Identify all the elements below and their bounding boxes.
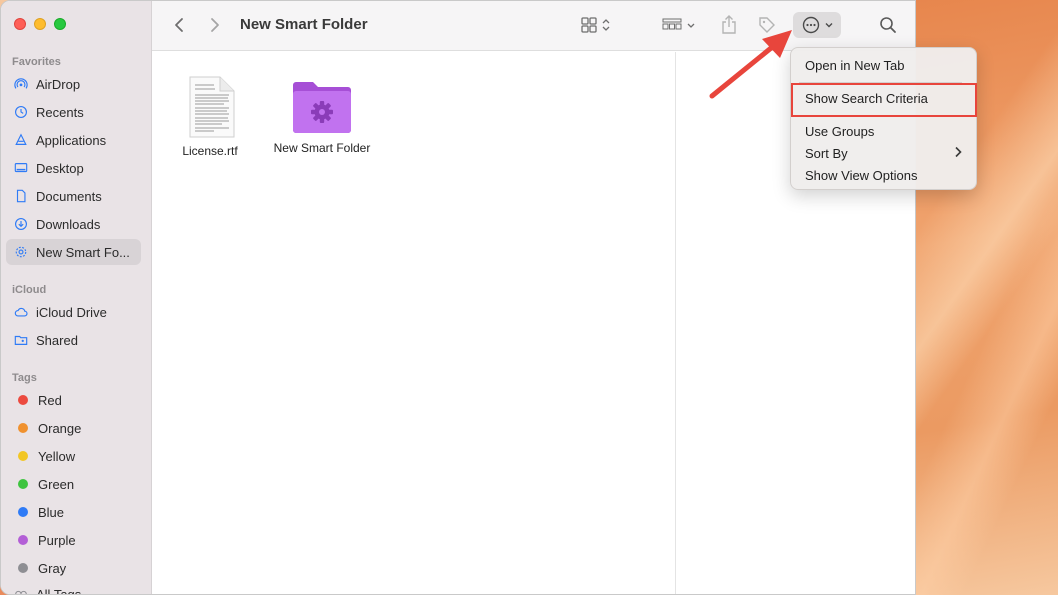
search-icon bbox=[880, 17, 896, 33]
highlight-box bbox=[791, 83, 977, 117]
search-button[interactable] bbox=[877, 12, 899, 38]
sidebar-item-label: Yellow bbox=[38, 448, 76, 464]
sidebar-heading-favorites: Favorites bbox=[12, 56, 61, 68]
tag-color-dot bbox=[18, 423, 28, 433]
view-mode-button[interactable] bbox=[580, 12, 616, 38]
applications-icon bbox=[14, 133, 28, 147]
sidebar-tag-gray[interactable]: Gray bbox=[6, 555, 141, 581]
sidebar-item-downloads[interactable]: Downloads bbox=[6, 211, 141, 237]
sidebar-tag-red[interactable]: Red bbox=[6, 387, 141, 413]
sidebar-tag-yellow[interactable]: Yellow bbox=[6, 443, 141, 469]
all-tags-icon bbox=[14, 587, 28, 594]
sidebar-item-applications[interactable]: Applications bbox=[6, 127, 141, 153]
sidebar-tag-all-tags[interactable]: All Tags... bbox=[6, 581, 141, 595]
file-name: License.rtf bbox=[182, 144, 238, 158]
sidebar-item-label: Gray bbox=[38, 560, 67, 576]
sidebar-item-shared[interactable]: Shared bbox=[6, 327, 141, 353]
sidebar-item-label: Orange bbox=[38, 420, 82, 436]
sidebar-item-new-smart-folder[interactable]: New Smart Fo... bbox=[6, 239, 141, 265]
column-divider bbox=[675, 52, 676, 594]
menu-item-open-in-new-tab[interactable]: Open in New Tab bbox=[805, 58, 905, 73]
sidebar: Favorites AirDrop Recents Applications D… bbox=[1, 1, 152, 595]
forward-button[interactable] bbox=[206, 12, 224, 38]
sidebar-item-desktop[interactable]: Desktop bbox=[6, 155, 141, 181]
sidebar-item-label: Applications bbox=[36, 132, 107, 148]
group-by-button[interactable] bbox=[660, 12, 700, 38]
tag-color-dot bbox=[18, 507, 28, 517]
sidebar-item-label: Green bbox=[38, 476, 75, 492]
sidebar-item-label: Recents bbox=[36, 104, 84, 120]
window-title: New Smart Folder bbox=[240, 16, 368, 33]
airdrop-icon bbox=[14, 77, 28, 91]
file-browser: License.rtf New Smart Folder bbox=[152, 52, 676, 594]
sidebar-item-label: Blue bbox=[38, 504, 65, 520]
sidebar-tag-purple[interactable]: Purple bbox=[6, 527, 141, 553]
smart-folder-icon bbox=[293, 82, 351, 133]
gear-icon bbox=[14, 245, 28, 259]
tag-color-dot bbox=[18, 479, 28, 489]
sidebar-tag-orange[interactable]: Orange bbox=[6, 415, 141, 441]
close-window-button[interactable] bbox=[14, 18, 26, 30]
document-icon bbox=[14, 189, 28, 203]
sidebar-item-label: Downloads bbox=[36, 216, 101, 232]
sidebar-item-label: AirDrop bbox=[36, 76, 81, 92]
sidebar-item-icloud-drive[interactable]: iCloud Drive bbox=[6, 299, 141, 325]
sidebar-heading-tags: Tags bbox=[12, 372, 37, 384]
shared-folder-icon bbox=[14, 333, 28, 347]
menu-item-show-view-options[interactable]: Show View Options bbox=[805, 168, 918, 183]
sidebar-item-label: All Tags... bbox=[36, 586, 93, 595]
chevron-right-icon bbox=[955, 146, 962, 158]
back-button[interactable] bbox=[170, 12, 188, 38]
tag-color-dot bbox=[18, 563, 28, 573]
more-actions-menu: Open in New Tab Show Search Criteria Use… bbox=[790, 47, 977, 190]
annotation-arrow-icon bbox=[709, 30, 792, 99]
menu-item-sort-by[interactable]: Sort By bbox=[805, 146, 848, 161]
rtf-document-icon bbox=[189, 76, 235, 138]
sidebar-item-label: Red bbox=[38, 392, 62, 408]
tag-color-dot bbox=[18, 535, 28, 545]
icon-grid-view-icon bbox=[581, 17, 610, 33]
sidebar-tag-blue[interactable]: Blue bbox=[6, 499, 141, 525]
sidebar-heading-icloud: iCloud bbox=[12, 284, 47, 296]
sidebar-item-airdrop[interactable]: AirDrop bbox=[6, 71, 141, 97]
sidebar-item-label: Shared bbox=[36, 332, 78, 348]
file-name: New Smart Folder bbox=[273, 141, 371, 155]
tag-color-dot bbox=[18, 395, 28, 405]
sidebar-item-label: New Smart Fo... bbox=[36, 244, 130, 260]
desktop-icon bbox=[14, 161, 28, 175]
sidebar-item-recents[interactable]: Recents bbox=[6, 99, 141, 125]
menu-item-use-groups[interactable]: Use Groups bbox=[805, 124, 874, 139]
window-controls bbox=[14, 18, 66, 30]
sidebar-tag-green[interactable]: Green bbox=[6, 471, 141, 497]
tag-color-dot bbox=[18, 451, 28, 461]
sidebar-item-label: iCloud Drive bbox=[36, 304, 107, 320]
minimize-window-button[interactable] bbox=[34, 18, 46, 30]
cloud-icon bbox=[14, 305, 28, 319]
clock-icon bbox=[14, 105, 28, 119]
sidebar-item-label: Purple bbox=[38, 532, 76, 548]
file-item-new-smart-folder[interactable]: New Smart Folder bbox=[266, 79, 378, 155]
download-icon bbox=[14, 217, 28, 231]
sidebar-item-label: Documents bbox=[36, 188, 102, 204]
group-grid-icon bbox=[662, 18, 695, 30]
chevron-right-icon bbox=[211, 18, 219, 32]
sidebar-item-label: Desktop bbox=[36, 160, 84, 176]
sidebar-item-documents[interactable]: Documents bbox=[6, 183, 141, 209]
chevron-left-icon bbox=[175, 18, 183, 32]
zoom-window-button[interactable] bbox=[54, 18, 66, 30]
file-item-license[interactable]: License.rtf bbox=[174, 76, 246, 158]
